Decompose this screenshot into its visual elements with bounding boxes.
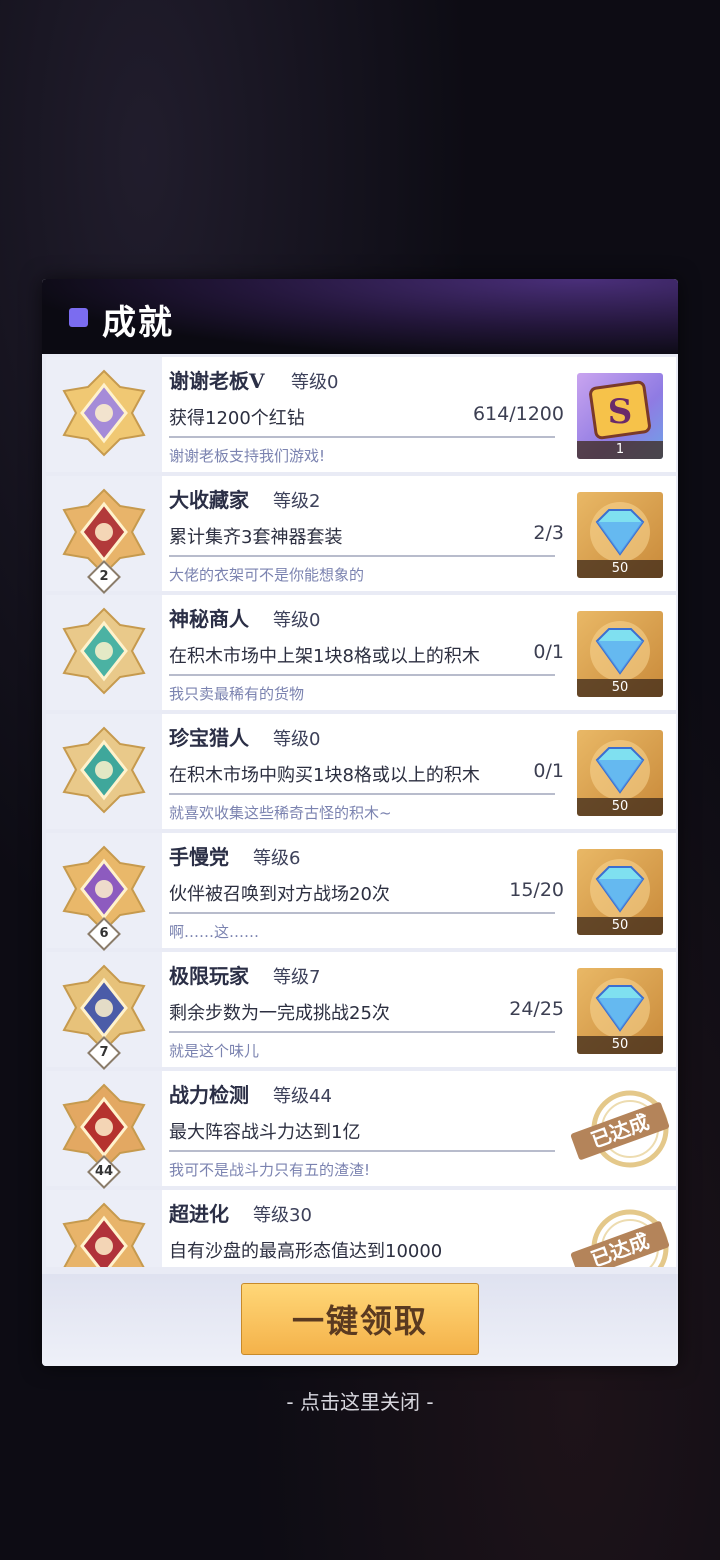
divider [169,555,555,557]
achievement-name: 极限玩家 [169,964,249,988]
achievement-panel: 成就 谢谢老板V 等级0 获得1200个红钻 614/1200 谢谢老板支持我们游戏! S… [42,279,678,1366]
achievement-task: 获得1200个红钻 [169,408,305,429]
reward-item[interactable]: 50 [577,492,663,578]
reward-item[interactable]: S1 [577,373,663,459]
badge-area: 2 [46,476,162,594]
badge-area [46,1190,162,1267]
achievement-level: 等级2 [273,491,321,512]
divider [169,1150,555,1152]
achievement-name: 神秘商人 [169,607,249,631]
reward-item[interactable]: 50 [577,611,663,697]
achievement-row: 神秘商人 等级0 在积木市场中上架1块8格或以上的积木 0/1 我只卖最稀有的货物 50 [46,595,676,710]
completed-stamp-icon: 已达成 [570,1090,670,1168]
achievement-task: 剩余步数为一完成挑战25次 [169,1003,390,1024]
badge-area [46,357,162,472]
reward-item[interactable]: 50 [577,968,663,1054]
achievement-badge-icon [62,369,146,457]
achievement-row: 超进化 等级30 自有沙盘的最高形态值达到10000 已达成 [46,1190,676,1267]
achievement-task: 在积木市场中购买1块8格或以上的积木 [169,765,480,786]
achievement-name: 谢谢老板V [169,369,265,393]
panel-footer: 一键领取 [42,1274,678,1366]
achievement-progress: 614/1200 [472,403,564,425]
reward-quantity: 50 [577,798,663,816]
badge-level-number: 6 [99,926,109,941]
achievement-description: 啊……这…… [169,923,260,941]
reward-quantity: 50 [577,560,663,578]
achievement-badge-icon [62,726,146,814]
achievement-row: 谢谢老板V 等级0 获得1200个红钻 614/1200 谢谢老板支持我们游戏! S 1 [46,357,676,472]
badge-area: 7 [46,952,162,1070]
achievement-badge-icon [62,1202,146,1267]
achievement-list[interactable]: 谢谢老板V 等级0 获得1200个红钻 614/1200 谢谢老板支持我们游戏! S 1 2 大… [46,357,676,1267]
achievement-task: 伙伴被召唤到对方战场20次 [169,884,390,905]
achievement-row: 6 手慢党 等级6 伙伴被召唤到对方战场20次 15/20 啊……这…… 50 [46,833,676,951]
achievement-name: 大收藏家 [169,488,249,512]
achievement-level: 等级0 [273,729,321,750]
reward-item[interactable]: 50 [577,730,663,816]
achievement-description: 就喜欢收集这些稀奇古怪的积木~ [169,804,392,822]
reward-quantity: 50 [577,1036,663,1054]
achievement-name: 战力检测 [169,1083,249,1107]
achievement-level: 等级7 [273,967,321,988]
achievement-badge-icon [62,607,146,695]
achievement-level: 等级44 [273,1086,332,1107]
svg-text:S: S [608,392,633,432]
completed-stamp-icon: 已达成 [570,1209,670,1267]
achievement-progress: 15/20 [509,879,564,901]
divider [169,1031,555,1033]
achievement-progress: 0/1 [533,641,564,663]
achievement-row: 44 战力检测 等级44 最大阵容战斗力达到1亿 我可不是战斗力只有五的渣渣! 已达成 [46,1071,676,1189]
achievement-progress: 24/25 [509,998,564,1020]
claim-all-button[interactable]: 一键领取 [241,1283,479,1355]
badge-area: 6 [46,833,162,951]
divider [169,436,555,438]
badge-area: 44 [46,1071,162,1189]
achievement-progress: 0/1 [533,760,564,782]
achievement-name: 珍宝猎人 [169,726,249,750]
badge-level-number: 44 [94,1164,114,1179]
achievement-description: 就是这个味儿 [169,1042,260,1060]
reward-quantity: 50 [577,679,663,697]
header-square-icon [69,308,88,327]
achievement-level: 等级0 [273,610,321,631]
achievement-row: 7 极限玩家 等级7 剩余步数为一完成挑战25次 24/25 就是这个味儿 50 [46,952,676,1070]
badge-level-number: 2 [99,569,109,584]
achievement-row: 珍宝猎人 等级0 在积木市场中购买1块8格或以上的积木 0/1 就喜欢收集这些稀奇古怪的… [46,714,676,829]
badge-level-number: 7 [99,1045,109,1060]
close-hint[interactable]: - 点击这里关闭 - [0,1386,720,1415]
achievement-level: 等级0 [291,372,339,393]
achievement-task: 自有沙盘的最高形态值达到10000 [169,1241,443,1262]
reward-quantity: 1 [577,441,663,459]
reward-quantity: 50 [577,917,663,935]
achievement-name: 手慢党 [169,845,229,869]
achievement-level: 等级30 [253,1205,312,1226]
achievement-task: 在积木市场中上架1块8格或以上的积木 [169,646,480,667]
achievement-name: 超进化 [169,1202,229,1226]
badge-area [46,714,162,829]
achievement-progress: 2/3 [533,522,564,544]
achievement-level: 等级6 [253,848,301,869]
divider [169,912,555,914]
achievement-task: 累计集齐3套神器套装 [169,527,343,548]
divider [169,674,555,676]
achievement-task: 最大阵容战斗力达到1亿 [169,1122,361,1143]
achievement-row: 2 大收藏家 等级2 累计集齐3套神器套装 2/3 大佬的衣架可不是你能想象的 50 [46,476,676,594]
panel-title: 成就 [102,303,174,343]
badge-area [46,595,162,710]
achievement-description: 谢谢老板支持我们游戏! [169,447,326,465]
achievement-description: 我可不是战斗力只有五的渣渣! [169,1161,371,1179]
panel-header: 成就 [42,279,678,354]
reward-item[interactable]: 50 [577,849,663,935]
achievement-description: 我只卖最稀有的货物 [169,685,305,703]
achievement-description: 大佬的衣架可不是你能想象的 [169,566,365,584]
divider [169,793,555,795]
